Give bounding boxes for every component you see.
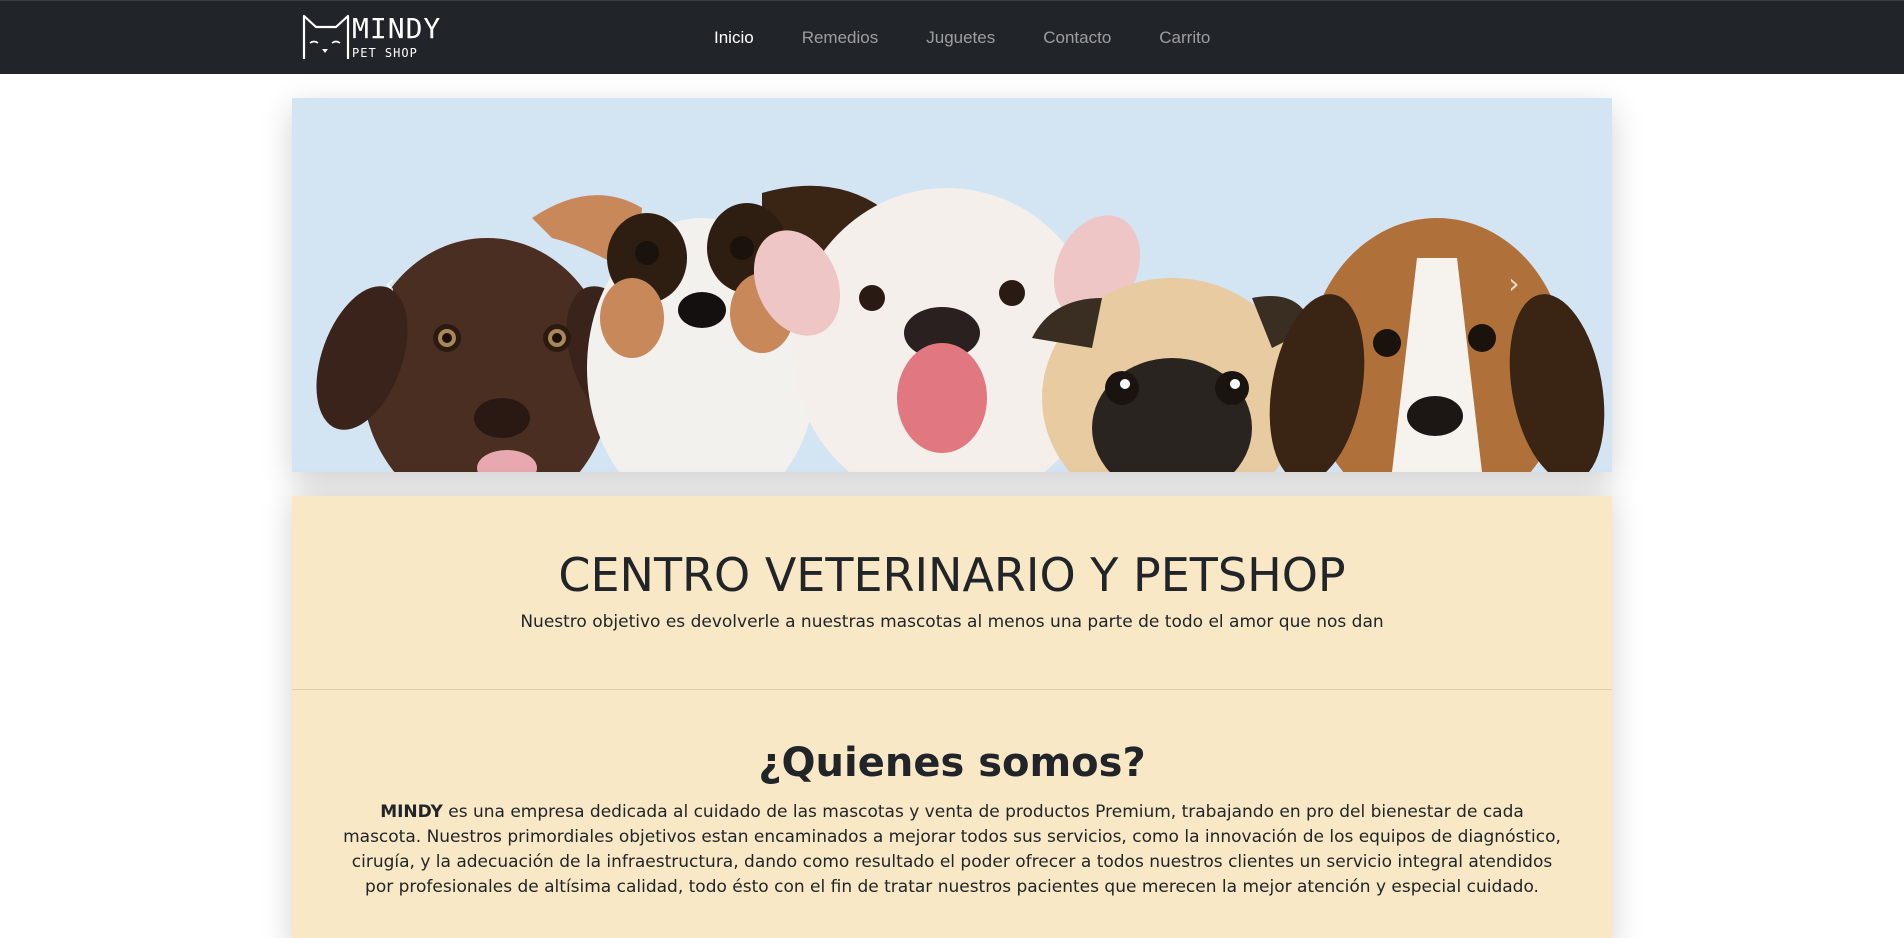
page-subtitle: Nuestro objetivo es devolverle a nuestra…	[520, 612, 1384, 632]
about-body-text: es una empresa dedicada al cuidado de la…	[343, 802, 1561, 897]
brand-tagline: PET SHOP	[352, 46, 418, 60]
nav-link-remedios[interactable]: Remedios	[778, 1, 903, 75]
content-panel: CENTRO VETERINARIO Y PETSHOP Nuestro obj…	[292, 496, 1612, 938]
navbar: MINDY PET SHOP Inicio Remedios Juguetes …	[0, 0, 1904, 74]
about-paragraph: MINDY es una empresa dedicada al cuidado…	[342, 800, 1562, 900]
hero-carousel: ‹ ›	[292, 98, 1612, 472]
chevron-left-icon: ‹	[384, 266, 396, 300]
pug-puppy	[1032, 278, 1312, 472]
nav-link-juguetes[interactable]: Juguetes	[902, 1, 1019, 75]
brand-logo-link[interactable]: MINDY PET SHOP	[302, 13, 440, 65]
page-title: CENTRO VETERINARIO Y PETSHOP	[558, 548, 1346, 602]
chevron-right-icon: ›	[1508, 266, 1520, 300]
about-brand-name: MINDY	[380, 802, 443, 822]
carousel-prev-button[interactable]: ‹	[370, 258, 410, 308]
nav-link-carrito[interactable]: Carrito	[1135, 1, 1234, 75]
section-divider	[292, 689, 1612, 690]
nav-link-inicio[interactable]: Inicio	[690, 1, 778, 75]
brand-name: MINDY	[352, 12, 442, 45]
beagle-puppy	[1269, 218, 1605, 472]
carousel-next-button[interactable]: ›	[1494, 258, 1534, 308]
about-heading: ¿Quienes somos?	[758, 740, 1146, 786]
nav-link-contacto[interactable]: Contacto	[1019, 1, 1135, 75]
nav-menu: Inicio Remedios Juguetes Contacto Carrit…	[690, 1, 1234, 75]
puppies-banner-image	[316, 185, 1605, 472]
